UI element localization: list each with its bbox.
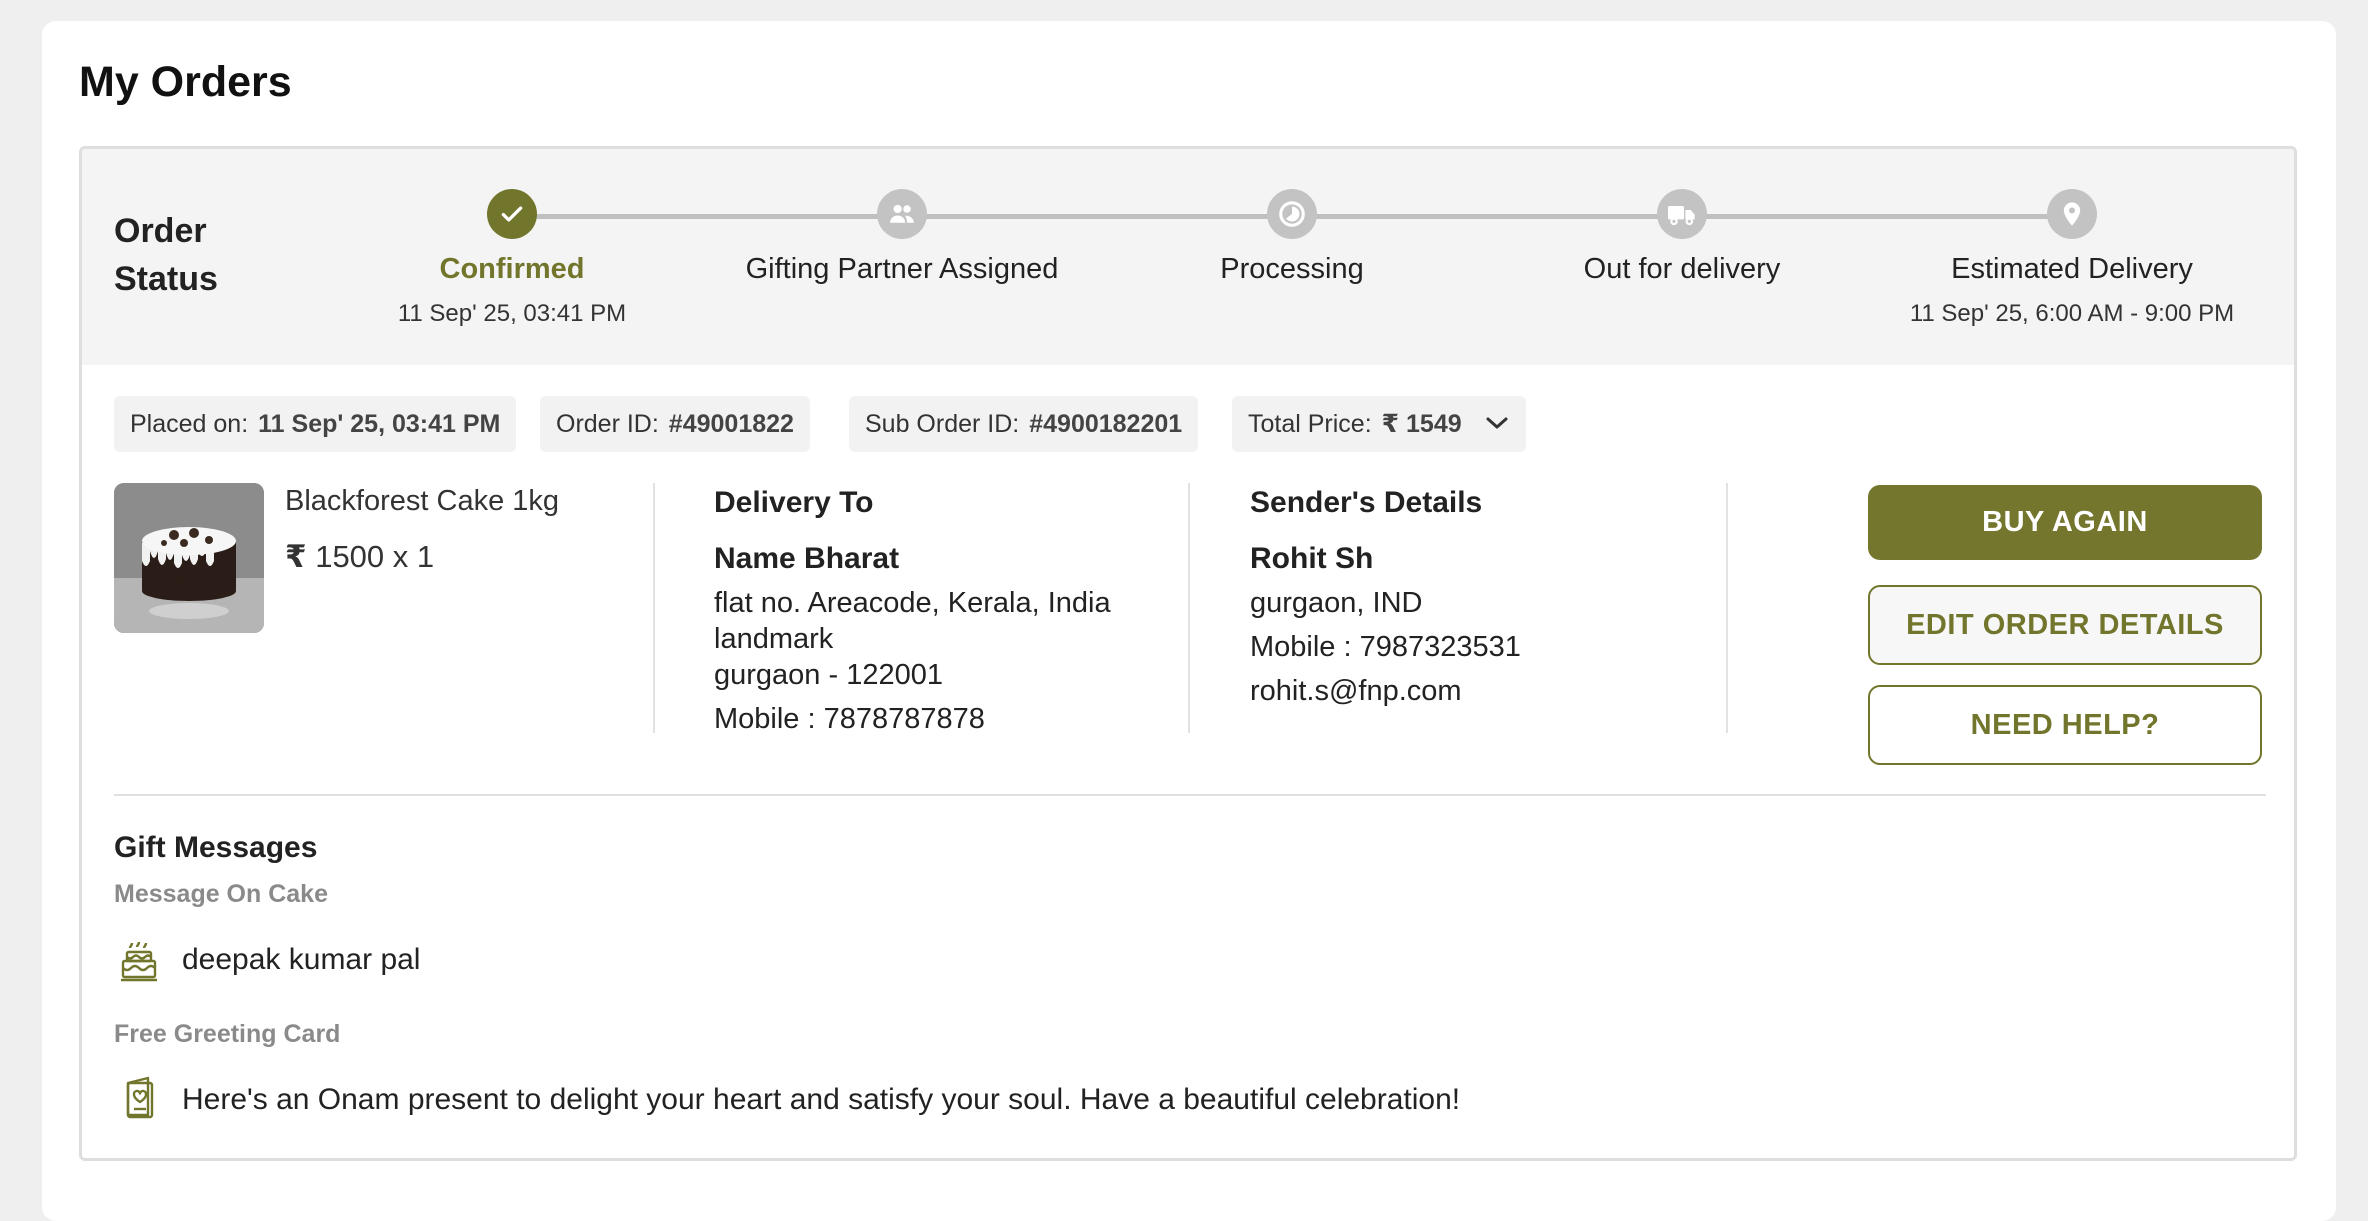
step-date: 11 Sep' 25, 6:00 AM - 9:00 PM <box>1909 300 2235 327</box>
placed-on-value: 11 Sep' 25, 03:41 PM <box>258 409 501 438</box>
recipient-mobile: Mobile : 7878787878 <box>714 703 985 735</box>
step-processing: Processing <box>1082 189 1502 286</box>
rupee-symbol: ₹ <box>285 539 307 574</box>
sub-order-id-value: #4900182201 <box>1029 409 1183 438</box>
step-label: Confirmed <box>439 253 585 285</box>
truck-icon <box>1657 189 1707 239</box>
sub-order-id-chip: Sub Order ID: #4900182201 <box>849 396 1199 452</box>
sender-location: gurgaon, IND <box>1250 587 1423 619</box>
step-out-for-delivery: Out for delivery <box>1472 189 1892 286</box>
greeting-card-icon <box>120 1075 158 1119</box>
sub-order-id-label: Sub Order ID: <box>865 409 1020 438</box>
order-status-heading: Order Status <box>114 212 218 298</box>
step-confirmed: Confirmed 11 Sep' 25, 03:41 PM <box>302 189 722 328</box>
edit-order-details-button[interactable]: EDIT ORDER DETAILS <box>1868 585 2262 665</box>
order-status-tracker: Order Status Confirmed 11 Sep' 25, 03:41… <box>82 149 2294 365</box>
product-image[interactable] <box>114 483 264 633</box>
step-estimated-delivery: Estimated Delivery 11 Sep' 25, 6:00 AM -… <box>1862 189 2282 328</box>
sender-mobile: Mobile : 7987323531 <box>1250 631 1521 663</box>
page-title: My Orders <box>79 58 292 106</box>
divider <box>1188 483 1190 733</box>
order-id-value: #49001822 <box>668 409 794 438</box>
order-card: Order Status Confirmed 11 Sep' 25, 03:41… <box>79 146 2297 1161</box>
address-line: gurgaon - 122001 <box>714 659 943 691</box>
delivery-title: Delivery To <box>714 486 874 519</box>
step-gifting-partner-assigned: Gifting Partner Assigned <box>692 189 1112 286</box>
step-label: Out for delivery <box>1583 253 1781 285</box>
product-price: ₹ 1500 x 1 <box>285 539 434 575</box>
price-quantity: 1500 x 1 <box>315 539 435 574</box>
step-label: Processing <box>1220 253 1364 285</box>
placed-on-chip: Placed on: 11 Sep' 25, 03:41 PM <box>114 396 517 452</box>
location-pin-icon <box>2047 189 2097 239</box>
check-icon <box>487 189 537 239</box>
need-help-button[interactable]: NEED HELP? <box>1868 685 2262 765</box>
sender-name: Rohit Sh <box>1250 542 1374 575</box>
product-name[interactable]: Blackforest Cake 1kg <box>285 485 559 518</box>
divider <box>653 483 655 733</box>
total-price-value-group: ₹ 1549 <box>1382 409 1462 439</box>
divider <box>1726 483 1728 733</box>
address-line: landmark <box>714 623 834 655</box>
order-id-chip: Order ID: #49001822 <box>540 396 810 452</box>
section-divider <box>114 794 2266 796</box>
recipient-name: Name Bharat <box>714 542 900 575</box>
step-label: Gifting Partner Assigned <box>745 253 1059 285</box>
gift-messages-title: Gift Messages <box>114 831 318 864</box>
address-line: flat no. Areacode, Kerala, India <box>714 587 1111 619</box>
cake-message: deepak kumar pal <box>182 943 421 976</box>
greeting-card-label: Free Greeting Card <box>114 1020 341 1048</box>
processing-icon <box>1267 189 1317 239</box>
total-price-value: 1549 <box>1406 410 1462 438</box>
cake-icon <box>120 939 158 983</box>
sender-title: Sender's Details <box>1250 486 1483 519</box>
step-date: 11 Sep' 25, 03:41 PM <box>397 300 627 327</box>
greeting-card-message: Here's an Onam present to delight your h… <box>182 1083 1461 1116</box>
rupee-symbol: ₹ <box>1381 410 1400 438</box>
users-icon <box>877 189 927 239</box>
chevron-down-icon[interactable] <box>1484 410 1510 439</box>
order-id-label: Order ID: <box>556 409 659 438</box>
total-price-label: Total Price: <box>1248 409 1372 438</box>
delivery-details: Delivery To Name Bharat flat no. Areacod… <box>714 485 1111 737</box>
step-label: Estimated Delivery <box>1951 253 2193 285</box>
message-on-cake-label: Message On Cake <box>114 880 328 908</box>
sender-details: Sender's Details Rohit Sh gurgaon, IND M… <box>1250 485 1521 709</box>
placed-on-label: Placed on: <box>130 409 249 438</box>
total-price-toggle[interactable]: Total Price: ₹ 1549 <box>1232 396 1526 452</box>
sender-email: rohit.s@fnp.com <box>1250 675 1462 707</box>
buy-again-button[interactable]: BUY AGAIN <box>1868 485 2262 560</box>
